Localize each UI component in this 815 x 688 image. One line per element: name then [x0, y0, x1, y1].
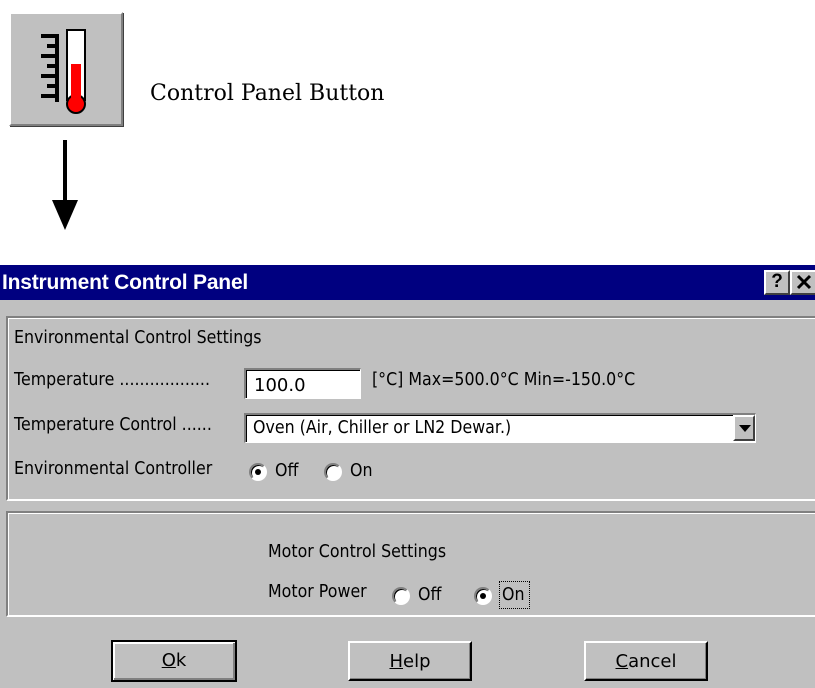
thermometer-scale-icon [41, 29, 86, 114]
help-button-label: Help [350, 651, 470, 672]
cancel-button[interactable]: Cancel [584, 641, 708, 681]
help-mnemonic: H [389, 651, 404, 672]
environmental-settings-heading: Environmental Control Settings [14, 327, 262, 348]
environmental-controller-label: Environmental Controller [14, 458, 213, 479]
radio-selected-dot [255, 469, 261, 475]
temperature-range-text: [°C] Max=500.0°C Min=-150.0°C [372, 369, 636, 390]
chevron-down-icon [739, 425, 751, 432]
ok-mnemonic: O [161, 650, 176, 671]
control-panel-button[interactable] [9, 12, 123, 126]
dropdown-button[interactable] [733, 415, 755, 441]
dialog-title: Instrument Control Panel [2, 271, 249, 294]
motor-off-label[interactable]: Off [418, 584, 441, 605]
help-rest: elp [403, 651, 431, 672]
close-button[interactable] [790, 270, 815, 295]
radio-selected-dot [480, 593, 486, 599]
motor-power-label: Motor Power [268, 581, 367, 602]
control-panel-caption: Control Panel Button [150, 81, 385, 106]
instrument-control-panel-dialog: Instrument Control Panel ? Environmental… [0, 265, 815, 688]
temperature-input[interactable] [244, 368, 361, 399]
motor-settings-heading: Motor Control Settings [268, 541, 447, 562]
context-help-button[interactable]: ? [764, 270, 790, 295]
motor-settings-group [6, 511, 815, 617]
ok-button[interactable]: Ok [111, 640, 237, 682]
cancel-rest: ancel [628, 651, 677, 672]
temperature-label: Temperature .................. [14, 369, 211, 390]
controller-off-label[interactable]: Off [275, 460, 298, 481]
cancel-mnemonic: C [615, 651, 629, 672]
ok-rest: k [175, 650, 187, 671]
temperature-control-label: Temperature Control ...... [14, 414, 212, 435]
title-bar[interactable]: Instrument Control Panel ? [0, 265, 815, 300]
close-icon [796, 274, 811, 290]
temperature-control-value: Oven (Air, Chiller or LN2 Dewar.) [253, 417, 512, 438]
motor-on-label[interactable]: On [502, 584, 525, 605]
controller-off-radio[interactable] [249, 463, 267, 481]
controller-on-radio[interactable] [324, 463, 342, 481]
temperature-control-select[interactable]: Oven (Air, Chiller or LN2 Dewar.) [244, 413, 756, 443]
cancel-button-label: Cancel [586, 651, 706, 672]
controller-on-label[interactable]: On [350, 460, 373, 481]
motor-on-radio[interactable] [474, 587, 492, 605]
help-button[interactable]: Help [348, 641, 472, 681]
motor-off-radio[interactable] [392, 587, 410, 605]
down-arrow-icon [52, 140, 78, 230]
ok-button-label: Ok [113, 650, 235, 671]
